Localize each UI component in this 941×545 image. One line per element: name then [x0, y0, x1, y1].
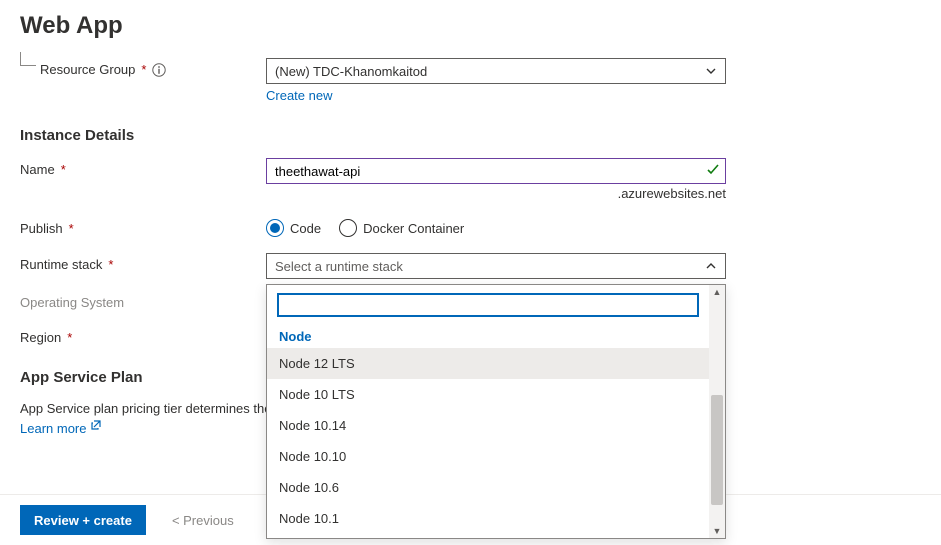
dropdown-scrollbar[interactable]: ▲ ▼: [709, 285, 725, 538]
scroll-down-arrow[interactable]: ▼: [709, 526, 725, 536]
nest-indicator: [20, 52, 36, 66]
publish-option-label: Code: [290, 221, 321, 236]
scroll-up-arrow[interactable]: ▲: [709, 287, 725, 297]
row-runtime-stack: Runtime stack * Select a runtime stack: [20, 253, 921, 279]
runtime-stack-dropdown: Node Node 12 LTS Node 10 LTS Node 10.14 …: [266, 284, 726, 539]
required-mark: *: [61, 162, 66, 177]
runtime-stack-placeholder: Select a runtime stack: [275, 259, 403, 274]
name-label: Name: [20, 162, 55, 177]
dropdown-option[interactable]: Node 10.1: [267, 503, 709, 534]
dropdown-option[interactable]: Node 12 LTS: [267, 348, 709, 379]
dropdown-option[interactable]: Node 10.14: [267, 410, 709, 441]
external-link-icon: [90, 418, 102, 436]
publish-label: Publish: [20, 221, 63, 236]
previous-button[interactable]: < Previous: [158, 505, 248, 535]
publish-option-label: Docker Container: [363, 221, 464, 236]
name-suffix: .azurewebsites.net: [266, 186, 726, 201]
radio-icon: [339, 219, 357, 237]
publish-option-code[interactable]: Code: [266, 219, 321, 237]
info-icon[interactable]: [152, 63, 166, 77]
row-publish: Publish * Code Docker Container: [20, 217, 921, 237]
required-mark: *: [67, 330, 72, 345]
row-resource-group: Resource Group * (New) TDC-Khanomkaitod …: [20, 58, 921, 103]
radio-icon: [266, 219, 284, 237]
required-mark: *: [69, 221, 74, 236]
chevron-up-icon: [705, 260, 717, 272]
create-new-link[interactable]: Create new: [266, 88, 332, 103]
operating-system-label: Operating System: [20, 295, 124, 310]
scroll-thumb[interactable]: [711, 395, 723, 505]
review-create-button[interactable]: Review + create: [20, 505, 146, 535]
row-name: Name * .azurewebsites.net: [20, 158, 921, 201]
dropdown-filter-input[interactable]: [277, 293, 699, 317]
resource-group-select[interactable]: (New) TDC-Khanomkaitod: [266, 58, 726, 84]
resource-group-selected: (New) TDC-Khanomkaitod: [275, 64, 427, 79]
required-mark: *: [108, 257, 113, 272]
resource-group-label: Resource Group: [40, 62, 135, 77]
required-mark: *: [141, 62, 146, 77]
runtime-stack-label: Runtime stack: [20, 257, 102, 272]
publish-option-docker[interactable]: Docker Container: [339, 219, 464, 237]
chevron-down-icon: [705, 65, 717, 77]
instance-details-header: Instance Details: [20, 127, 921, 144]
check-icon: [706, 163, 720, 180]
dropdown-option[interactable]: Node 10.10: [267, 441, 709, 472]
learn-more-link[interactable]: Learn more: [20, 421, 102, 436]
region-label: Region: [20, 330, 61, 345]
runtime-stack-select[interactable]: Select a runtime stack: [266, 253, 726, 279]
dropdown-option[interactable]: Node 10 LTS: [267, 379, 709, 410]
dropdown-group-label: Node: [267, 323, 709, 348]
name-input[interactable]: [266, 158, 726, 184]
dropdown-option[interactable]: Node 10.6: [267, 472, 709, 503]
page-title: Web App: [20, 12, 921, 40]
